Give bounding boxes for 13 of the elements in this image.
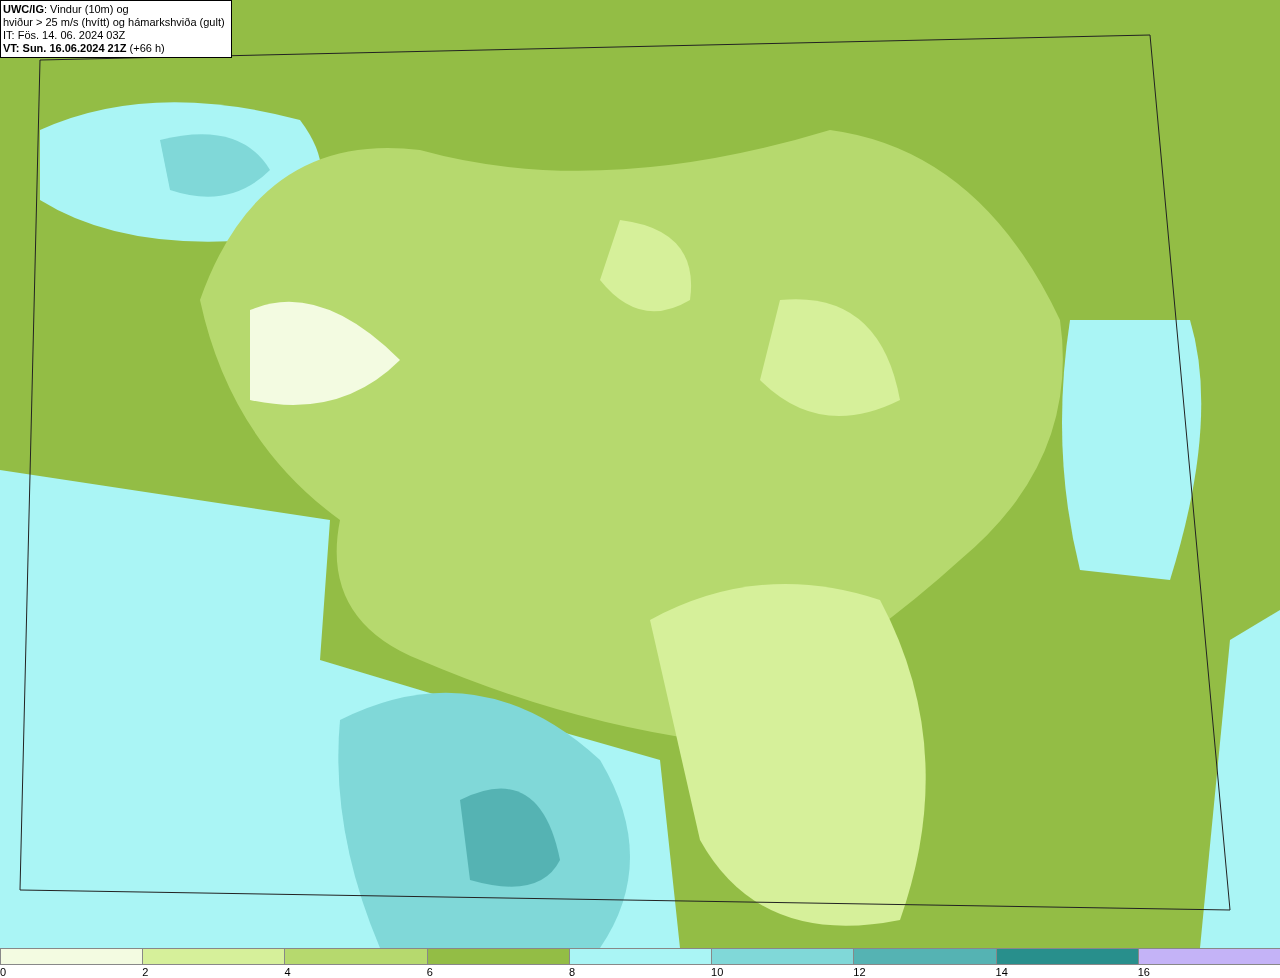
legend-label: 12 — [853, 965, 866, 978]
legend-label: 14 — [995, 965, 1008, 978]
title-line: IT: Fös. 14. 06. 2024 03Z — [3, 29, 127, 42]
legend-label: 8 — [568, 965, 575, 978]
title-line: VT: Sun. 16.06.2024 21Z (+66 h) — [3, 42, 166, 55]
legend-label: 16 — [1137, 965, 1150, 978]
legend-label: 10 — [711, 965, 724, 978]
legend-label: 0 — [0, 965, 7, 978]
legend-label: 4 — [284, 965, 291, 978]
title-line: UWC/IG: Vindur (10m) og — [3, 3, 130, 16]
legend-label: 2 — [142, 965, 149, 978]
title-line: hviður > 25 m/s (hvítt) og hámarkshviða (gult) — [3, 16, 225, 29]
legend-label: 6 — [426, 965, 433, 978]
